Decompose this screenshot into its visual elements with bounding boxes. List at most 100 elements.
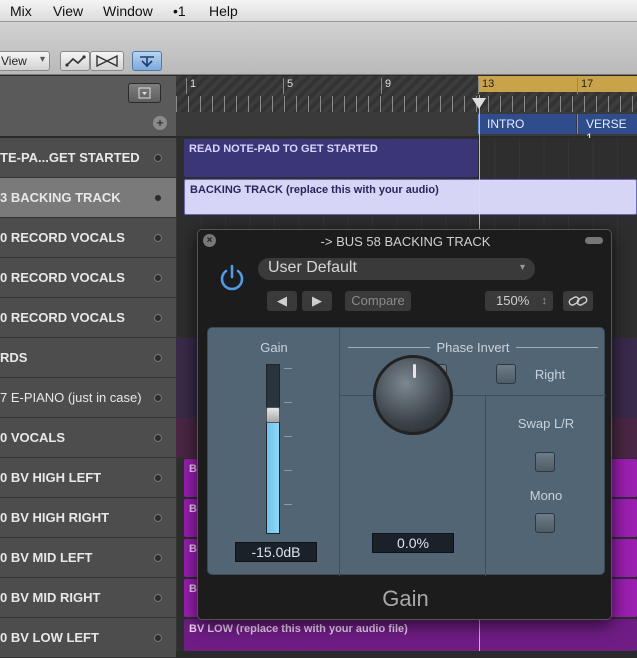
add-track-button[interactable]: + bbox=[153, 116, 167, 130]
track-status-icon[interactable] bbox=[154, 234, 162, 242]
gain-value-field[interactable]: -15.0dB bbox=[235, 542, 317, 562]
cycle-region[interactable] bbox=[478, 76, 637, 92]
track-status-icon[interactable] bbox=[154, 354, 162, 362]
plus-icon: + bbox=[156, 116, 164, 130]
track-name: 0 BV MID RIGHT bbox=[0, 590, 101, 605]
marker-intro[interactable]: INTRO bbox=[478, 114, 576, 134]
gain-fader-handle[interactable] bbox=[266, 407, 280, 424]
track-status-icon[interactable] bbox=[154, 594, 162, 602]
mono-checkbox[interactable] bbox=[535, 513, 555, 533]
gain-section: Gain -15.0dB bbox=[208, 328, 340, 576]
bar-ruler[interactable]: 1 5 9 13 17 bbox=[176, 76, 637, 112]
mono-label: Mono bbox=[529, 488, 563, 503]
track-header[interactable]: 0 BV LOW LEFT bbox=[0, 618, 176, 658]
track-status-icon[interactable] bbox=[154, 314, 162, 322]
track-header[interactable]: 0 RECORD VOCALS bbox=[0, 258, 176, 298]
track-status-icon[interactable] bbox=[154, 474, 162, 482]
playhead-handle[interactable] bbox=[472, 98, 486, 109]
track-header[interactable]: 0 BV MID LEFT bbox=[0, 538, 176, 578]
bar-number: 9 bbox=[381, 78, 391, 94]
track-status-icon[interactable] bbox=[154, 154, 162, 162]
track-header[interactable]: 0 VOCALS bbox=[0, 418, 176, 458]
power-icon bbox=[220, 264, 244, 291]
track-name: 3 BACKING TRACK bbox=[0, 190, 121, 205]
view-menu-button[interactable]: View ▾ bbox=[0, 51, 50, 71]
gain-fader[interactable] bbox=[266, 364, 280, 534]
track-status-icon[interactable] bbox=[154, 634, 162, 642]
swap-lr-checkbox[interactable] bbox=[535, 452, 555, 472]
menu-help[interactable]: Help bbox=[209, 3, 238, 19]
link-icon bbox=[568, 296, 588, 306]
track-header[interactable]: 0 BV MID RIGHT bbox=[0, 578, 176, 618]
previous-preset-button[interactable]: ◀ bbox=[267, 291, 297, 311]
marker-verse-1[interactable]: VERSE 1 bbox=[577, 114, 637, 145]
ruler-ticks bbox=[176, 96, 637, 112]
track-name: RDS bbox=[0, 350, 28, 365]
balance-value-field[interactable]: 0.0% bbox=[372, 533, 454, 553]
gain-label: Gain bbox=[260, 340, 288, 355]
gain-fader-fill bbox=[267, 415, 279, 533]
knob-pointer bbox=[413, 364, 416, 378]
track-status-icon[interactable] bbox=[154, 554, 162, 562]
track-name: 0 VOCALS bbox=[0, 430, 66, 445]
track-name: 0 BV LOW LEFT bbox=[0, 630, 99, 645]
gain-plugin-window: × -> BUS 58 BACKING TRACK User Default ▾… bbox=[197, 229, 612, 620]
phase-invert-label: Phase Invert bbox=[436, 340, 510, 355]
bar-number: 5 bbox=[283, 78, 293, 94]
compare-button[interactable]: Compare bbox=[345, 291, 411, 311]
preset-menu[interactable]: User Default ▾ bbox=[258, 258, 535, 280]
right-label: Right bbox=[534, 367, 566, 382]
menu-view[interactable]: View bbox=[53, 3, 83, 19]
track-name: 7 E-PIANO (just in case) bbox=[0, 390, 142, 405]
track-name: 0 BV MID LEFT bbox=[0, 550, 93, 565]
track-status-icon[interactable] bbox=[154, 434, 162, 442]
balance-knob[interactable] bbox=[373, 355, 453, 435]
track-header[interactable]: 0 BV HIGH LEFT bbox=[0, 458, 176, 498]
flex-icon bbox=[96, 54, 118, 68]
track-header[interactable]: 0 RECORD VOCALS bbox=[0, 298, 176, 338]
track-name: 0 BV HIGH RIGHT bbox=[0, 510, 110, 525]
preset-name: User Default bbox=[268, 259, 357, 276]
track-status-icon[interactable] bbox=[154, 194, 162, 202]
catch-icon bbox=[140, 56, 154, 68]
track-header[interactable]: 0 RECORD VOCALS bbox=[0, 218, 176, 258]
collapse-button[interactable] bbox=[585, 237, 603, 244]
track-header[interactable]: RDS bbox=[0, 338, 176, 378]
chevron-down-icon: ▾ bbox=[519, 262, 525, 273]
automation-button[interactable] bbox=[60, 51, 90, 71]
catch-button[interactable] bbox=[132, 51, 162, 71]
track-header[interactable]: 0 BV HIGH RIGHT bbox=[0, 498, 176, 538]
region-bv-low[interactable]: BV LOW (replace this with your audio fil… bbox=[184, 619, 637, 651]
track-header[interactable]: TE-PA...GET STARTED bbox=[0, 138, 176, 178]
track-name: 0 BV HIGH LEFT bbox=[0, 470, 102, 485]
bar-number: 1 bbox=[186, 78, 196, 94]
region-backing-track[interactable]: BACKING TRACK (replace this with your au… bbox=[184, 179, 637, 215]
swap-mono-section: Swap L/R Mono bbox=[486, 396, 606, 576]
next-preset-button[interactable]: ▶ bbox=[302, 291, 332, 311]
menu-mix[interactable]: Mix bbox=[10, 3, 32, 19]
menu-window[interactable]: Window bbox=[103, 3, 153, 19]
region-note-pad[interactable]: READ NOTE-PAD TO GET STARTED bbox=[184, 139, 478, 177]
view-menu-label: View bbox=[1, 54, 27, 68]
zoom-select[interactable]: 150% ↕ bbox=[485, 291, 553, 311]
plugin-name: Gain bbox=[382, 586, 429, 611]
track-status-icon[interactable] bbox=[154, 274, 162, 282]
menu-screenset[interactable]: •1 bbox=[173, 3, 186, 19]
track-name: 0 RECORD VOCALS bbox=[0, 230, 125, 245]
link-button[interactable] bbox=[563, 291, 593, 311]
phase-right-checkbox[interactable] bbox=[496, 364, 516, 384]
flex-button[interactable] bbox=[90, 51, 124, 71]
swap-lr-label: Swap L/R bbox=[517, 416, 575, 431]
track-status-icon[interactable] bbox=[154, 514, 162, 522]
zoom-value: 150% bbox=[496, 293, 530, 308]
toolbar: View ▾ bbox=[0, 22, 637, 75]
track-header-menu-button[interactable] bbox=[128, 83, 161, 103]
track-status-icon[interactable] bbox=[154, 394, 162, 402]
power-button[interactable] bbox=[216, 262, 248, 294]
chevron-down-icon: ▾ bbox=[39, 54, 45, 65]
track-header[interactable]: 7 E-PIANO (just in case) bbox=[0, 378, 176, 418]
menu-bar: Mix View Window •1 Help bbox=[0, 0, 637, 22]
track-header[interactable]: 3 BACKING TRACK bbox=[0, 178, 176, 218]
square-arrow-icon bbox=[138, 87, 151, 99]
marker-track: INTRO VERSE 1 bbox=[176, 112, 637, 145]
